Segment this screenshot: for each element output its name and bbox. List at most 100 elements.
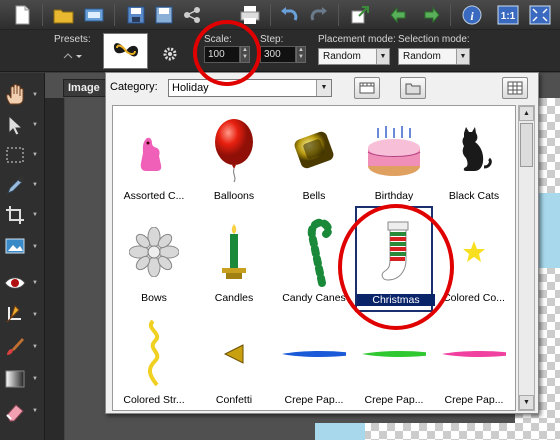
star-icon [442,216,506,288]
settings-gear-icon[interactable] [162,46,178,65]
caret-icon: ▼ [32,312,38,318]
tube-grid-scrollbar[interactable]: ▲ ▼ [518,105,535,411]
open-folder-icon[interactable] [52,3,76,27]
tube-item[interactable]: Colored Co... [435,210,513,310]
eye-icon [4,277,26,289]
balloon-icon [202,114,266,186]
open-tube-folder-button[interactable] [400,77,426,99]
info-icon[interactable]: i [460,3,484,27]
tube-item[interactable]: Bells [275,108,353,208]
film-strip-icon [359,82,375,94]
svg-text:1:1: 1:1 [501,11,516,22]
presets-dropdown[interactable] [62,50,82,65]
selection-tool[interactable]: ▼ [4,141,40,169]
tube-item[interactable]: Birthday [355,108,433,208]
caret-icon: ▼ [32,92,38,98]
resize-icon[interactable] [348,3,372,27]
bells-icon [282,114,346,186]
step-spinner[interactable]: ▲ ▼ [296,46,306,63]
rotate-right-icon[interactable] [418,3,442,27]
main-toolbar: i 1:1 [0,0,560,30]
pan-tool[interactable]: ▼ [4,81,40,109]
category-select[interactable]: Holiday ▼ [168,79,332,97]
candy-cane-icon [282,216,346,288]
new-file-icon[interactable] [10,3,34,27]
bow-icon [122,216,186,288]
scrollbar-thumb[interactable] [520,123,533,167]
view-options-button[interactable] [502,77,528,99]
tube-preview-button[interactable] [103,33,148,69]
picture-tube-tool[interactable]: ▼ [4,233,40,261]
tube-label: Colored Str... [123,394,185,406]
tube-label: Bells [302,190,326,202]
save-as-icon[interactable] [152,3,176,27]
caret-icon: ▼ [32,244,38,250]
pick-tool[interactable]: ▼ [4,111,40,139]
step-label: Step: [260,34,284,45]
cake-icon [362,114,426,186]
caret-icon: ▼ [32,408,38,414]
butterfly-icon [113,43,138,57]
candle-icon [202,216,266,288]
crop-tool[interactable]: ▼ [4,201,40,229]
tube-item[interactable]: Assorted C... [115,108,193,208]
tube-item[interactable]: Crepe Pap... [435,312,513,410]
tube-item[interactable]: Candles [195,210,273,310]
grid-view-icon [507,81,523,95]
tube-label: Balloons [213,190,255,202]
canvas-artwork-bottom [315,423,365,440]
hand-icon [6,84,24,105]
tube-item[interactable]: Crepe Pap... [355,312,433,410]
tube-item-selected[interactable]: Christmas [355,206,435,312]
tube-item[interactable]: Balloons [195,108,273,208]
toolbox: ▼ ▼ ▼ ▼ ▼ ▼ ▼ ▼ ▼ ▼ ▼ [0,73,45,440]
tube-item[interactable]: Bows [115,210,193,310]
share-icon[interactable] [180,3,204,27]
tube-item[interactable]: Candy Canes [275,210,353,310]
chevron-down-icon: ▼ [376,49,389,64]
export-tube-button[interactable] [354,77,380,99]
dropper-tool[interactable]: ▼ [4,171,40,199]
tube-grid: Assorted C... Balloons Bells Birthday Bl… [112,105,516,411]
print-icon[interactable] [238,3,262,27]
save-icon[interactable] [124,3,148,27]
streamer-icon [122,318,186,390]
picture-tube-picker: Category: Holiday ▼ Assorted C... Balloo… [105,72,539,414]
vertical-ruler [45,98,65,440]
tube-label: Candy Canes [282,292,346,304]
tube-label: Assorted C... [123,190,185,202]
rotate-left-icon[interactable] [388,3,412,27]
tube-item[interactable]: Black Cats [435,108,513,208]
fit-window-icon[interactable] [528,3,552,27]
tube-item[interactable]: Crepe Pap... [275,312,353,410]
scroll-up-icon[interactable]: ▲ [519,106,534,121]
caret-icon: ▼ [32,152,38,158]
tube-item[interactable]: Colored Str... [115,312,193,410]
browse-icon[interactable] [82,3,106,27]
clone-tool[interactable]: ▼ [4,301,40,329]
scroll-down-icon[interactable]: ▼ [519,395,534,410]
caret-icon: ▼ [32,344,38,350]
picture-tube-icon [5,238,25,254]
undo-icon[interactable] [278,3,302,27]
paint-brush-tool[interactable]: ▼ [4,333,40,361]
gradient-tool[interactable]: ▼ [4,365,40,393]
eraser-tool[interactable]: ▼ [4,397,40,425]
selection-mode-select[interactable]: Random ▼ [398,48,470,65]
redo-icon[interactable] [306,3,330,27]
tube-item[interactable]: Confetti [195,312,273,410]
selection-mode-label: Selection mode: [398,34,470,45]
red-eye-tool[interactable]: ▼ [4,269,40,297]
tube-label: Crepe Pap... [444,394,504,406]
step-input[interactable]: 300 [260,46,296,63]
scale-input[interactable]: 100 [204,46,240,63]
presets-label: Presets: [54,34,91,45]
placement-mode-select[interactable]: Random ▼ [318,48,390,65]
scale-spinner[interactable]: ▲ ▼ [240,46,250,63]
clone-brush-icon [6,305,21,323]
actual-size-icon[interactable]: 1:1 [496,3,520,27]
marquee-icon [6,147,24,163]
category-label: Category: [110,81,158,93]
arrow-pointer-icon [8,114,24,136]
crop-icon [6,206,24,224]
